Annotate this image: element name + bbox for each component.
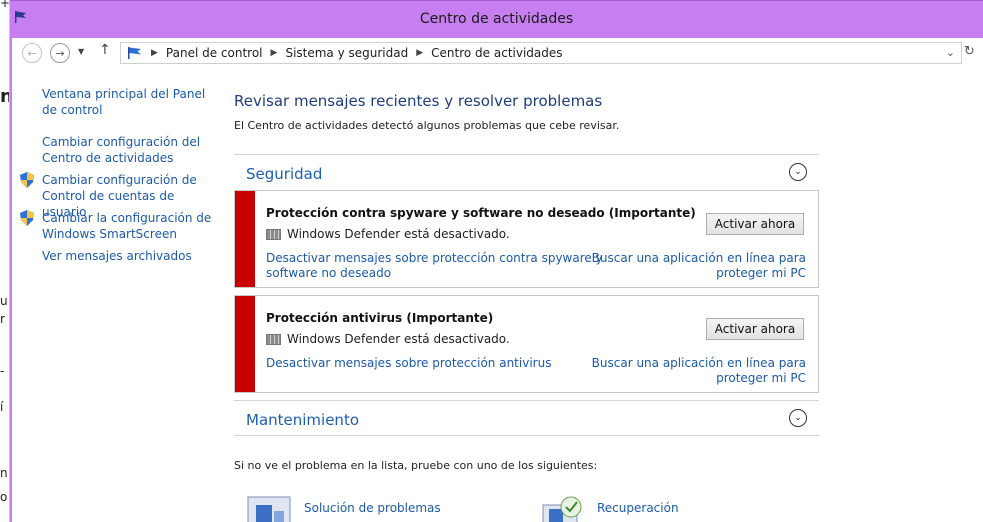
find-app-online-link[interactable]: Buscar una aplicación en línea para prot… [592,251,806,281]
forward-button[interactable]: → [50,43,70,63]
left-partial-char: n [0,86,9,107]
maintenance-section-header[interactable]: Mantenimiento ⌄ [234,400,819,436]
shield-icon [20,210,34,226]
sidebar-item-change-action-center[interactable]: Cambiar configuración del Centro de acti… [42,134,212,166]
recovery-label: Recuperación [597,501,679,515]
find-app-online-link[interactable]: Buscar una aplicación en línea para prot… [592,356,806,386]
alert-status: Windows Defender está desactivado. [266,227,510,241]
left-partial-window: + n u r - í n o [0,0,10,522]
activate-now-button[interactable]: Activar ahora [706,318,804,340]
page-title: Revisar mensajes recientes y resolver pr… [234,92,603,110]
window-titlebar[interactable]: Centro de actividades [10,0,983,38]
breadcrumb-separator-icon: ▶ [416,48,424,58]
sidebar-item-smartscreen[interactable]: Cambiar la configuración de Windows Smar… [42,210,212,242]
alert-severity-bar [235,191,255,287]
left-partial-char: u [0,294,8,308]
left-partial-char: - [0,364,5,378]
collapse-chevron-icon[interactable]: ⌄ [789,163,807,181]
navigation-bar: ← → ▼ ↑ ▶ Panel de control ▶ Sistema y s… [12,38,983,68]
up-arrow-icon[interactable]: ↑ [99,42,111,58]
recovery-tool[interactable]: Recuperación [539,495,679,522]
recovery-icon [542,496,582,522]
troubleshooting-icon [247,496,291,522]
alert-status-text: Windows Defender está desactivado. [287,227,510,241]
alert-antivirus: Protección antivirus (Importante) Window… [234,295,819,393]
alert-status-text: Windows Defender está desactivado. [287,332,510,346]
back-arrow-icon: ← [27,46,37,60]
breadcrumb-control-panel[interactable]: Panel de control [166,46,263,60]
firewall-icon [266,333,281,345]
left-partial-char: o [0,490,8,504]
main-content: Revisar mensajes recientes y resolver pr… [234,68,983,522]
security-section-header[interactable]: Seguridad ⌄ [234,154,819,190]
breadcrumb-separator-icon: ▶ [151,48,158,58]
link-line: software no deseado [266,266,392,280]
back-button[interactable]: ← [22,43,42,63]
security-section-label: Seguridad [246,165,323,183]
alert-status: Windows Defender está desactivado. [266,332,510,346]
alert-severity-bar [235,296,255,392]
forward-arrow-icon: → [55,46,65,60]
control-panel-flag-icon [128,47,141,59]
maintenance-section-label: Mantenimiento [246,411,359,429]
shield-icon [20,172,34,188]
turn-off-messages-link[interactable]: Desactivar mensajes sobre protección ant… [266,356,551,371]
left-partial-char: n [0,466,8,480]
alert-spyware: Protección contra spyware y software no … [234,190,819,288]
link-line: Buscar una aplicación en línea para [591,251,806,265]
sidebar: Ventana principal del Panel de control C… [12,68,217,522]
breadcrumb-system-security[interactable]: Sistema y seguridad [285,46,408,60]
breadcrumb-separator-icon: ▶ [270,48,278,58]
breadcrumb-action-center[interactable]: Centro de actividades [431,46,562,60]
link-line: Buscar una aplicación en línea para [591,356,806,370]
alert-title: Protección contra spyware y software no … [266,206,696,220]
left-partial-char: í [0,400,4,414]
window-title: Centro de actividades [419,11,574,27]
left-partial-char: r [0,312,5,326]
troubleshooting-tool[interactable]: Solución de problemas [246,495,441,522]
link-line: Desactivar mensajes sobre protección ant… [266,356,552,370]
troubleshooting-label: Solución de problemas [304,501,441,515]
firewall-icon [266,228,281,240]
chevron-down-icon[interactable]: ▼ [78,47,84,56]
expand-chevron-icon[interactable]: ⌄ [789,409,807,427]
activate-now-button[interactable]: Activar ahora [706,213,804,235]
link-line: proteger mi PC [716,266,806,280]
suggestion-text: Si no ve el problema en la lista, pruebe… [234,459,598,472]
left-partial-char: + [0,0,10,10]
sidebar-item-control-panel-home[interactable]: Ventana principal del Panel de control [42,86,212,118]
address-bar[interactable]: ▶ Panel de control ▶ Sistema y seguridad… [120,42,962,64]
intro-text: El Centro de actividades detectó algunos… [234,119,620,132]
link-line: proteger mi PC [716,371,806,385]
refresh-icon[interactable]: ↻ [964,44,975,59]
alert-title: Protección antivirus (Importante) [266,311,494,325]
turn-off-messages-link[interactable]: Desactivar mensajes sobre protección con… [266,251,603,281]
address-dropdown-icon[interactable]: ⌄ [946,46,955,59]
sidebar-item-archived-messages[interactable]: Ver mensajes archivados [42,248,212,264]
link-line: Desactivar mensajes sobre protección con… [266,251,603,265]
